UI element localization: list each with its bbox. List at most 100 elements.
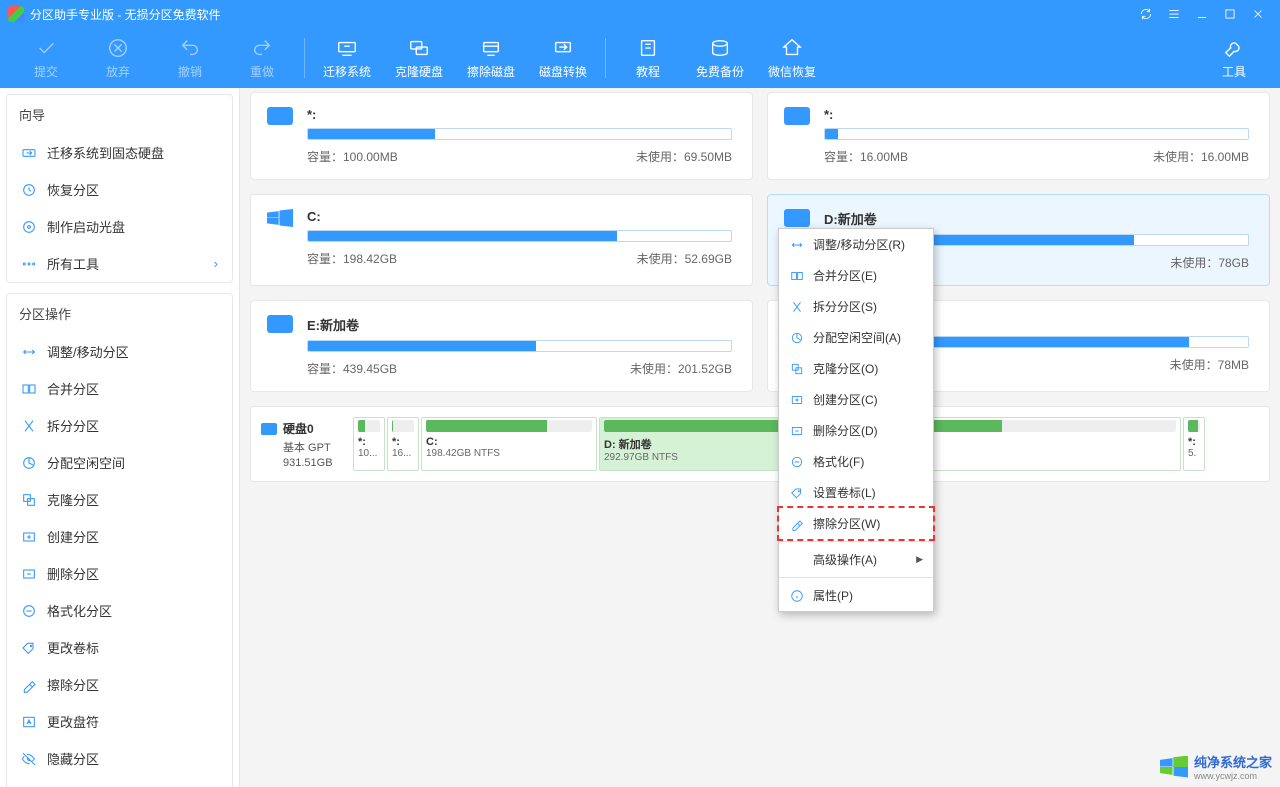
- wipe-disk-button[interactable]: 擦除磁盘: [455, 31, 527, 85]
- sidebar-op-create[interactable]: 创建分区: [7, 518, 232, 555]
- discard-button[interactable]: 放弃: [82, 31, 154, 85]
- wizards-header: 向导: [7, 95, 232, 134]
- sidebar-op-allocate[interactable]: 分配空闲空间: [7, 444, 232, 481]
- usage-bar: [824, 128, 1249, 140]
- sidebar-item-label: 恢复分区: [47, 180, 99, 199]
- close-icon[interactable]: [1244, 0, 1272, 28]
- sidebar-op-split[interactable]: 拆分分区: [7, 407, 232, 444]
- partition-card[interactable]: *: 容量：100.00MB 未使用：69.50MB: [250, 92, 753, 180]
- migrate-icon: [21, 145, 37, 161]
- disk-segment[interactable]: C: 198.42GB NTFS: [421, 417, 597, 471]
- sidebar-item-label: 擦除分区: [47, 675, 99, 694]
- ctx-item-label: 调整/移动分区(R): [813, 236, 905, 253]
- sidebar-op-check[interactable]: 检查分区: [7, 777, 232, 787]
- disk-icon: [261, 423, 277, 435]
- sidebar-op-resize[interactable]: 调整/移动分区: [7, 333, 232, 370]
- sidebar-item-label: 更改盘符: [47, 712, 99, 731]
- sidebar-wizard-recover[interactable]: 恢复分区: [7, 171, 232, 208]
- partition-title: D:新加卷: [824, 209, 1249, 228]
- redo-button[interactable]: 重做: [226, 31, 298, 85]
- partition-title: C:: [307, 209, 732, 224]
- hide-icon: [21, 751, 37, 767]
- convert-disk-button[interactable]: 磁盘转换: [527, 31, 599, 85]
- tools-button[interactable]: 工具: [1198, 31, 1270, 85]
- menu-icon[interactable]: [1160, 0, 1188, 28]
- titlebar: 分区助手专业版 - 无损分区免费软件: [0, 0, 1280, 28]
- ctx-clone[interactable]: 克隆分区(O): [779, 353, 933, 384]
- disk-icon: [784, 209, 810, 227]
- disk-segment[interactable]: *: 10...: [353, 417, 385, 471]
- disk-map[interactable]: 硬盘0 基本 GPT 931.51GB *: 10... *: 16... C:…: [250, 406, 1270, 482]
- maximize-icon[interactable]: [1216, 0, 1244, 28]
- migrate-os-button[interactable]: 迁移系统: [311, 31, 383, 85]
- ctx-item-label: 设置卷标(L): [813, 484, 876, 501]
- label-icon: [789, 485, 805, 501]
- watermark: 纯净系统之家 www.ycwjz.com: [1160, 752, 1272, 781]
- watermark-logo-icon: [1160, 756, 1188, 778]
- ctx-props[interactable]: 属性(P): [779, 580, 933, 611]
- app-logo-icon: [8, 6, 24, 22]
- partition-card[interactable]: C: 容量：198.42GB 未使用：52.69GB: [250, 194, 753, 286]
- wechat-recover-button[interactable]: 微信恢复: [756, 31, 828, 85]
- sidebar-item-label: 创建分区: [47, 527, 99, 546]
- sidebar-op-delete[interactable]: 删除分区: [7, 555, 232, 592]
- ctx-advanced[interactable]: 高级操作(A) ▶: [779, 544, 933, 575]
- context-menu: 调整/移动分区(R) 合并分区(E) 拆分分区(S) 分配空闲空间(A) 克隆分…: [778, 228, 934, 612]
- ctx-item-label: 合并分区(E): [813, 267, 877, 284]
- disk-icon: [267, 107, 293, 125]
- refresh-icon[interactable]: [1132, 0, 1160, 28]
- sidebar-item-label: 格式化分区: [47, 601, 112, 620]
- app-title: 分区助手专业版 - 无损分区免费软件: [30, 6, 221, 23]
- sidebar-wizard-migrate[interactable]: 迁移系统到固态硬盘: [7, 134, 232, 171]
- sidebar-op-hide[interactable]: 隐藏分区: [7, 740, 232, 777]
- ctx-wipe[interactable]: 擦除分区(W): [779, 508, 933, 539]
- undo-button[interactable]: 撤销: [154, 31, 226, 85]
- sidebar-op-merge[interactable]: 合并分区: [7, 370, 232, 407]
- delete-icon: [789, 423, 805, 439]
- ctx-merge[interactable]: 合并分区(E): [779, 260, 933, 291]
- ctx-split[interactable]: 拆分分区(S): [779, 291, 933, 322]
- disk-segment[interactable]: *: 16...: [387, 417, 419, 471]
- ctx-delete[interactable]: 删除分区(D): [779, 415, 933, 446]
- clone-disk-button[interactable]: 克隆硬盘: [383, 31, 455, 85]
- sidebar-item-label: 合并分区: [47, 379, 99, 398]
- capacity-label: 容量：198.42GB: [307, 250, 397, 267]
- sidebar-op-clone[interactable]: 克隆分区: [7, 481, 232, 518]
- ctx-allocate[interactable]: 分配空闲空间(A): [779, 322, 933, 353]
- toolbar: 提交 放弃 撤销 重做 迁移系统 克隆硬盘 擦除磁盘 磁盘转换 教程 免费备份 …: [0, 28, 1280, 88]
- letter-icon: [21, 714, 37, 730]
- sidebar-op-format[interactable]: 格式化分区: [7, 592, 232, 629]
- chevron-right-icon: ›: [214, 256, 218, 271]
- disk-segment[interactable]: *: 5.: [1183, 417, 1205, 471]
- free-backup-button[interactable]: 免费备份: [684, 31, 756, 85]
- clone-icon: [789, 361, 805, 377]
- commit-button[interactable]: 提交: [10, 31, 82, 85]
- split-icon: [21, 418, 37, 434]
- ctx-create[interactable]: 创建分区(C): [779, 384, 933, 415]
- tutorial-button[interactable]: 教程: [612, 31, 684, 85]
- partition-card[interactable]: E:新加卷 容量：439.45GB 未使用：201.52GB: [250, 300, 753, 392]
- ctx-item-label: 擦除分区(W): [813, 515, 880, 532]
- unused-label: 未使用：78GB: [1170, 254, 1249, 271]
- partition-card[interactable]: *: 容量：16.00MB 未使用：16.00MB: [767, 92, 1270, 180]
- minimize-icon[interactable]: [1188, 0, 1216, 28]
- ctx-item-label: 删除分区(D): [813, 422, 878, 439]
- sidebar-op-wipe[interactable]: 擦除分区: [7, 666, 232, 703]
- sidebar-op-label[interactable]: 更改卷标: [7, 629, 232, 666]
- merge-icon: [21, 381, 37, 397]
- sidebar: 向导 迁移系统到固态硬盘 恢复分区 制作启动光盘 所有工具 › 分区操作 调整/: [0, 88, 240, 787]
- sidebar-wizard-alltools[interactable]: 所有工具 ›: [7, 245, 232, 282]
- ctx-item-label: 创建分区(C): [813, 391, 878, 408]
- ctx-label[interactable]: 设置卷标(L): [779, 477, 933, 508]
- sidebar-item-label: 隐藏分区: [47, 749, 99, 768]
- partition-title: E:新加卷: [307, 315, 732, 334]
- sidebar-item-label: 删除分区: [47, 564, 99, 583]
- allocate-icon: [21, 455, 37, 471]
- ctx-format[interactable]: 格式化(F): [779, 446, 933, 477]
- ctx-item-label: 格式化(F): [813, 453, 864, 470]
- sidebar-op-letter[interactable]: 更改盘符: [7, 703, 232, 740]
- resize-icon: [789, 237, 805, 253]
- ctx-resize[interactable]: 调整/移动分区(R): [779, 229, 933, 260]
- sidebar-wizard-bootdisc[interactable]: 制作启动光盘: [7, 208, 232, 245]
- ops-header: 分区操作: [7, 294, 232, 333]
